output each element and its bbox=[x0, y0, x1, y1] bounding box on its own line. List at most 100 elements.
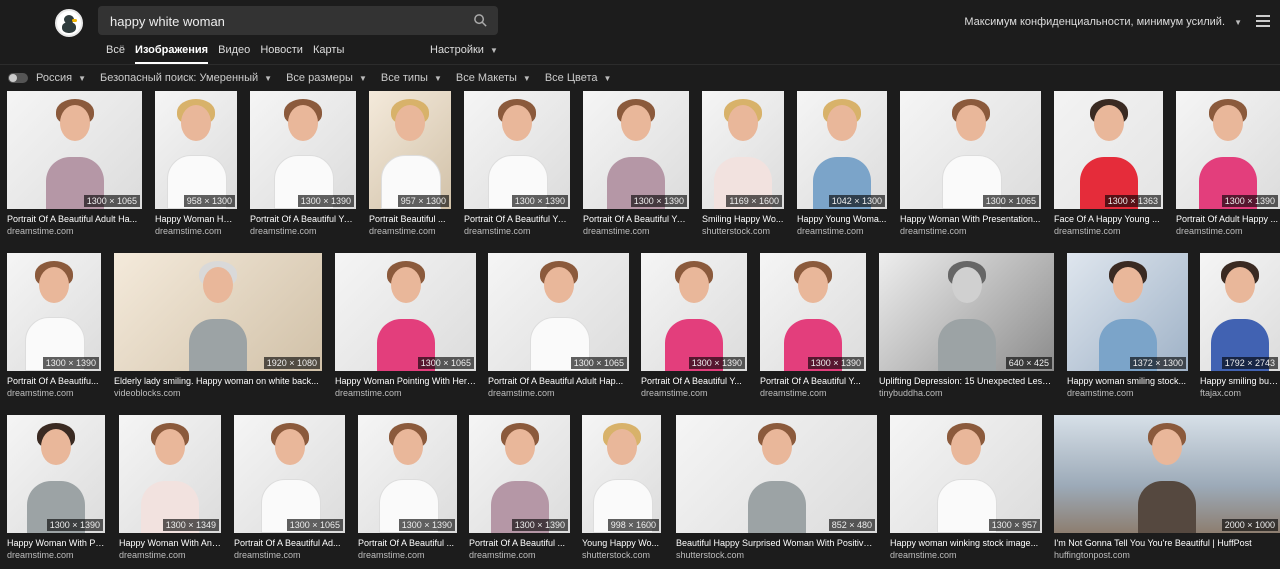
result-image[interactable]: 1300 × 1390 bbox=[358, 415, 457, 533]
result-image[interactable]: 1300 × 1065 bbox=[234, 415, 345, 533]
result-source[interactable]: dreamstime.com bbox=[900, 226, 1041, 236]
result-image[interactable]: 852 × 480 bbox=[676, 415, 877, 533]
result-source[interactable]: dreamstime.com bbox=[583, 226, 689, 236]
result-title[interactable]: Happy Young Woma... bbox=[797, 214, 887, 224]
result-title[interactable]: Happy Woman With An ... bbox=[119, 538, 221, 548]
result-title[interactable]: Happy Woman Pointing With Her ... bbox=[335, 376, 476, 386]
result-source[interactable]: dreamstime.com bbox=[890, 550, 1042, 560]
result-source[interactable]: tinybuddha.com bbox=[879, 388, 1054, 398]
result-title[interactable]: Portrait Of A Beautiful Adult Ha... bbox=[7, 214, 142, 224]
result-image[interactable]: 957 × 1300 bbox=[369, 91, 451, 209]
result-image[interactable]: 1920 × 1080 bbox=[114, 253, 322, 371]
result-source[interactable]: dreamstime.com bbox=[7, 388, 101, 398]
result-image[interactable]: 1300 × 1349 bbox=[119, 415, 221, 533]
result-source[interactable]: dreamstime.com bbox=[1176, 226, 1280, 236]
tab-maps[interactable]: Карты bbox=[313, 44, 344, 56]
result-image[interactable]: 1300 × 1390 bbox=[7, 415, 105, 533]
result-image[interactable]: 1300 × 957 bbox=[890, 415, 1042, 533]
result-title[interactable]: Portrait Of A Beautiful ... bbox=[358, 538, 457, 548]
result-source[interactable]: dreamstime.com bbox=[641, 388, 747, 398]
result-source[interactable]: ftajax.com bbox=[1200, 388, 1280, 398]
size-filter[interactable]: Все размеры ▼ bbox=[286, 72, 367, 84]
result-image[interactable]: 1300 × 1390 bbox=[583, 91, 689, 209]
result-title[interactable]: Portrait Of Adult Happy ... bbox=[1176, 214, 1280, 224]
result-title[interactable]: Portrait Of A Beautiful Ad... bbox=[234, 538, 345, 548]
result-image[interactable]: 1300 × 1390 bbox=[250, 91, 356, 209]
result-image[interactable]: 1372 × 1300 bbox=[1067, 253, 1188, 371]
tab-images[interactable]: Изображения bbox=[135, 44, 209, 64]
search-box[interactable] bbox=[98, 6, 498, 37]
result-source[interactable]: shutterstock.com bbox=[676, 550, 877, 560]
result-title[interactable]: Elderly lady smiling. Happy woman on whi… bbox=[114, 376, 322, 386]
result-image[interactable]: 1300 × 1065 bbox=[335, 253, 476, 371]
result-image[interactable]: 1300 × 1390 bbox=[7, 253, 101, 371]
result-title[interactable]: Portrait Beautiful ... bbox=[369, 214, 451, 224]
result-image[interactable]: 1169 × 1600 bbox=[702, 91, 784, 209]
result-title[interactable]: Portrait Of A Beautiful ... bbox=[469, 538, 570, 548]
duckduckgo-logo[interactable] bbox=[55, 9, 83, 37]
result-source[interactable]: dreamstime.com bbox=[760, 388, 866, 398]
result-image[interactable]: 958 × 1300 bbox=[155, 91, 237, 209]
result-title[interactable]: Portrait Of A Beautiful Adult Hap... bbox=[488, 376, 629, 386]
layout-filter[interactable]: Все Макеты ▼ bbox=[456, 72, 531, 84]
color-filter[interactable]: Все Цвета ▼ bbox=[545, 72, 612, 84]
result-title[interactable]: Portrait Of A Beautiful Yo... bbox=[250, 214, 356, 224]
result-title[interactable]: Portrait Of A Beautiful Yo... bbox=[464, 214, 570, 224]
result-image[interactable]: 1300 × 1390 bbox=[760, 253, 866, 371]
safe-search-filter[interactable]: Безопасный поиск: Умеренный ▼ bbox=[100, 72, 272, 84]
result-title[interactable]: Young Happy Wo... bbox=[582, 538, 661, 548]
result-image[interactable]: 1300 × 1390 bbox=[464, 91, 570, 209]
result-title[interactable]: Portrait Of A Beautifu... bbox=[7, 376, 101, 386]
result-title[interactable]: Uplifting Depression: 15 Unexpected Less… bbox=[879, 376, 1054, 386]
result-image[interactable]: 640 × 425 bbox=[879, 253, 1054, 371]
privacy-menu[interactable]: Максимум конфиденциальности, минимум уси… bbox=[964, 16, 1242, 28]
result-source[interactable]: dreamstime.com bbox=[488, 388, 629, 398]
result-title[interactable]: Happy Woman With Presentation... bbox=[900, 214, 1041, 224]
result-image[interactable]: 1042 × 1300 bbox=[797, 91, 887, 209]
result-title[interactable]: Portrait Of A Beautiful Yo... bbox=[583, 214, 689, 224]
tab-all[interactable]: Всё bbox=[106, 44, 125, 56]
result-source[interactable]: dreamstime.com bbox=[469, 550, 570, 560]
result-source[interactable]: huffingtonpost.com bbox=[1054, 550, 1280, 560]
tab-video[interactable]: Видео bbox=[218, 44, 250, 56]
result-source[interactable]: dreamstime.com bbox=[119, 550, 221, 560]
result-image[interactable]: 1300 × 1065 bbox=[900, 91, 1041, 209]
result-title[interactable]: Happy smiling bus... bbox=[1200, 376, 1280, 386]
result-title[interactable]: Portrait Of A Beautiful Y... bbox=[760, 376, 866, 386]
result-source[interactable]: dreamstime.com bbox=[1054, 226, 1163, 236]
hamburger-menu-icon[interactable] bbox=[1256, 15, 1270, 27]
settings-menu[interactable]: Настройки ▼ bbox=[430, 44, 498, 56]
result-image[interactable]: 1300 × 1065 bbox=[7, 91, 142, 209]
tab-news[interactable]: Новости bbox=[260, 44, 303, 56]
result-source[interactable]: dreamstime.com bbox=[464, 226, 570, 236]
result-source[interactable]: shutterstock.com bbox=[582, 550, 661, 560]
region-filter[interactable]: Россия ▼ bbox=[36, 72, 86, 84]
result-source[interactable]: videoblocks.com bbox=[114, 388, 322, 398]
type-filter[interactable]: Все типы ▼ bbox=[381, 72, 442, 84]
result-source[interactable]: dreamstime.com bbox=[369, 226, 451, 236]
region-toggle[interactable] bbox=[8, 73, 28, 83]
result-source[interactable]: dreamstime.com bbox=[797, 226, 887, 236]
result-source[interactable]: dreamstime.com bbox=[335, 388, 476, 398]
result-title[interactable]: Beautiful Happy Surprised Woman With Pos… bbox=[676, 538, 877, 548]
result-source[interactable]: dreamstime.com bbox=[1067, 388, 1188, 398]
result-image[interactable]: 998 × 1600 bbox=[582, 415, 661, 533]
result-image[interactable]: 1300 × 1363 bbox=[1054, 91, 1163, 209]
result-source[interactable]: dreamstime.com bbox=[234, 550, 345, 560]
result-image[interactable]: 1792 × 2743 bbox=[1200, 253, 1280, 371]
result-image[interactable]: 1300 × 1390 bbox=[1176, 91, 1280, 209]
result-title[interactable]: Face Of A Happy Young ... bbox=[1054, 214, 1163, 224]
result-image[interactable]: 2000 × 1000 bbox=[1054, 415, 1280, 533]
result-source[interactable]: shutterstock.com bbox=[702, 226, 784, 236]
search-input[interactable] bbox=[108, 6, 466, 37]
search-icon[interactable] bbox=[473, 13, 488, 28]
result-source[interactable]: dreamstime.com bbox=[358, 550, 457, 560]
result-source[interactable]: dreamstime.com bbox=[7, 550, 105, 560]
result-image[interactable]: 1300 × 1390 bbox=[469, 415, 570, 533]
result-title[interactable]: I'm Not Gonna Tell You You're Beautiful … bbox=[1054, 538, 1280, 548]
result-title[interactable]: Happy woman winking stock image... bbox=[890, 538, 1042, 548]
result-source[interactable]: dreamstime.com bbox=[250, 226, 356, 236]
result-title[interactable]: Happy woman smiling stock... bbox=[1067, 376, 1188, 386]
result-title[interactable]: Smiling Happy Wo... bbox=[702, 214, 784, 224]
result-title[interactable]: Portrait Of A Beautiful Y... bbox=[641, 376, 747, 386]
